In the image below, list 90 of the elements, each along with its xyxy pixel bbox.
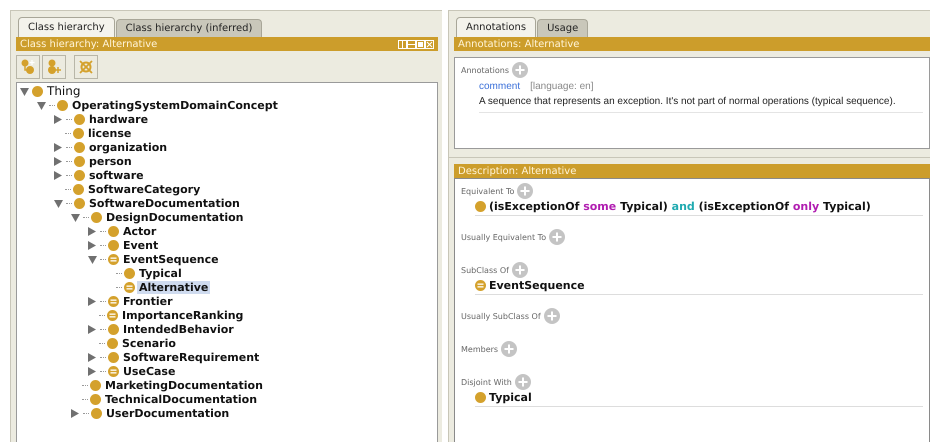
tab[interactable]: Usage [537,19,588,37]
class-tree-item[interactable]: UserDocumentation [104,406,232,420]
class-icon [91,408,102,418]
class-icon [73,184,84,194]
class-expression[interactable]: EventSequence [489,279,585,292]
class-icon [108,240,119,250]
class-tree-item[interactable]: organization [87,140,170,154]
class-icon [32,86,43,96]
annotation-language: [language: en] [530,81,594,92]
collapsed-arrow-icon[interactable] [88,366,97,376]
class-icon [475,201,486,212]
annotation-property[interactable]: comment [479,81,520,92]
expanded-arrow-icon[interactable] [71,212,80,222]
class-tree-item[interactable]: SoftwareDocumentation [87,196,242,210]
collapsed-arrow-icon[interactable] [54,142,63,152]
class-icon [124,268,135,278]
section-label: Equivalent To [461,186,514,196]
class-tree-item[interactable]: SoftwareCategory [86,182,202,196]
class-icon [108,324,119,334]
defined-class-icon [108,296,119,306]
class-tree-item[interactable]: hardware [87,112,150,126]
section-label: Annotations [461,66,510,74]
class-expression[interactable]: (isExceptionOf some Typical) and (isExceptionOf only Typical) [489,200,871,213]
class-tree-item[interactable]: OperatingSystemDomainConcept [70,98,280,112]
class-tree-item[interactable]: ImportanceRanking [120,308,246,322]
class-tree-item[interactable]: Frontier [121,294,175,308]
defined-class-icon [107,310,118,320]
class-tree-item[interactable]: EventSequence [121,252,221,266]
collapsed-arrow-icon[interactable] [54,156,63,166]
collapsed-arrow-icon[interactable] [88,296,97,306]
class-expression[interactable]: Typical [489,391,532,404]
class-tree-item[interactable]: SoftwareRequirement [121,350,262,364]
expanded-arrow-icon[interactable] [20,86,29,96]
defined-class-icon [124,282,135,292]
class-tree-item[interactable]: Event [121,238,160,252]
collapsed-arrow-icon[interactable] [88,352,97,362]
class-tree-item[interactable]: Alternative [137,280,210,294]
class-tree-item[interactable]: UseCase [121,364,178,378]
class-icon [475,392,486,403]
section-label: Disjoint With [461,378,512,386]
view-title: Class hierarchy: Alternative [20,38,158,50]
collapsed-arrow-icon[interactable] [71,408,80,418]
defined-class-icon [108,366,119,376]
class-icon [108,226,119,236]
class-tree-item[interactable]: Typical [137,266,184,280]
class-icon [91,212,102,222]
class-tree-item[interactable]: DesignDocumentation [104,210,246,224]
class-icon [74,198,85,208]
view-title: Description: Alternative [458,166,576,176]
delete-icon [78,59,94,75]
class-icon [90,394,101,404]
class-tree-item[interactable]: Thing [45,84,82,98]
class-tree-item[interactable]: Actor [121,224,158,238]
class-icon [74,142,85,152]
defined-class-icon [475,280,486,291]
collapsed-arrow-icon[interactable] [54,170,63,180]
section-label: Usually Equivalent To [461,232,546,242]
annotation-value: A sequence that represents an exception. It's not part of normal operations (typical sequence). [479,96,897,107]
collapsed-arrow-icon[interactable] [88,226,97,236]
class-icon [90,380,101,390]
tab[interactable]: Annotations [456,17,536,37]
add-sibling-icon [46,59,62,75]
class-tree-item[interactable]: Scenario [120,336,178,350]
class-icon [74,114,85,124]
class-icon [57,100,68,110]
tab[interactable]: Class hierarchy (inferred) [116,19,262,37]
class-icon [73,128,84,138]
class-tree-item[interactable]: license [86,126,134,140]
collapsed-arrow-icon[interactable] [54,114,63,124]
section-label: Members [461,344,498,354]
collapsed-arrow-icon[interactable] [88,240,97,250]
class-tree-item[interactable]: person [87,154,134,168]
add-subclass-icon [20,59,36,75]
section-label: Usually SubClass Of [461,312,541,320]
view-title: Annotations: Alternative [458,38,580,50]
class-icon [108,352,119,362]
class-icon [74,170,85,180]
class-tree-item[interactable]: MarketingDocumentation [103,378,265,392]
expanded-arrow-icon[interactable] [88,254,97,264]
class-tree-item[interactable]: TechnicalDocumentation [103,392,260,406]
tab[interactable]: Class hierarchy [18,17,115,37]
expanded-arrow-icon[interactable] [37,100,46,110]
collapsed-arrow-icon[interactable] [88,324,97,334]
class-tree-item[interactable]: IntendedBehavior [121,322,236,336]
class-tree-item[interactable]: software [87,168,146,182]
class-icon [74,156,85,166]
section-label: SubClass Of [461,266,509,274]
defined-class-icon [108,254,119,264]
class-icon [107,338,118,348]
expanded-arrow-icon[interactable] [54,198,63,208]
